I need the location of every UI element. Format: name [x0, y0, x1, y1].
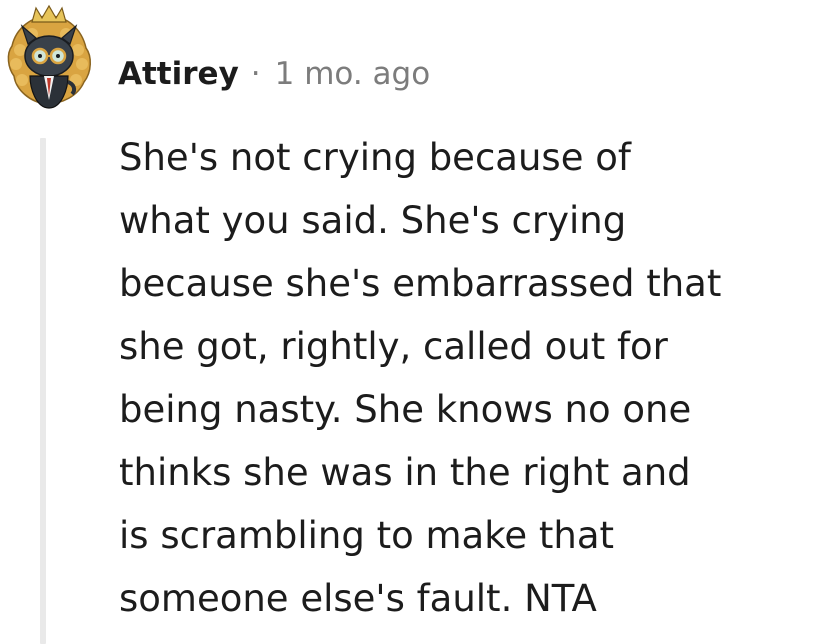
author-username[interactable]: Attirey [118, 56, 239, 92]
comment: Attirey · 1 mo. ago She's not crying bec… [0, 0, 816, 644]
comment-timestamp[interactable]: 1 mo. ago [275, 56, 431, 92]
comment-meta: Attirey · 1 mo. ago [118, 52, 430, 96]
comment-body: She's not crying because of what you sai… [119, 136, 722, 620]
snoo-avatar-icon [7, 4, 91, 109]
user-avatar[interactable] [2, 4, 96, 112]
meta-separator: · [250, 56, 261, 92]
thread-line[interactable] [40, 138, 46, 644]
